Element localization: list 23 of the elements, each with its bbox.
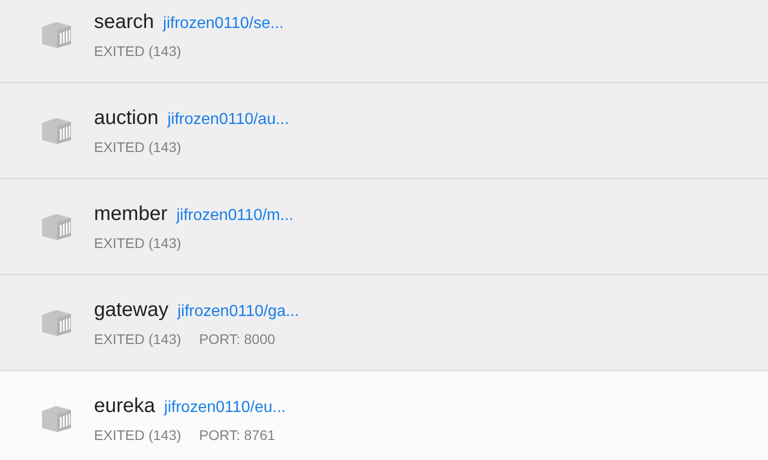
container-icon (40, 308, 73, 338)
image-link[interactable]: jifrozen0110/eu... (164, 396, 286, 420)
container-icon (40, 404, 73, 434)
container-name: search (94, 10, 154, 35)
container-name: gateway (94, 298, 168, 323)
container-icon (40, 212, 73, 242)
port-text: PORT: 8761 (199, 426, 276, 445)
status-text: EXITED (143) (94, 138, 182, 157)
container-name: auction (94, 106, 158, 131)
container-name: eureka (94, 394, 156, 419)
image-link[interactable]: jifrozen0110/se... (163, 12, 284, 36)
port-text: PORT: 8000 (199, 330, 276, 349)
image-link[interactable]: jifrozen0110/au... (168, 108, 290, 132)
status-text: EXITED (143) (94, 330, 182, 349)
status-text: EXITED (143) (94, 426, 182, 445)
image-link[interactable]: jifrozen0110/m... (176, 204, 294, 228)
container-icon (40, 20, 73, 50)
status-text: EXITED (143) (94, 234, 182, 253)
image-link[interactable]: jifrozen0110/ga... (178, 300, 300, 324)
container-icon (40, 116, 73, 146)
container-row[interactable]: eureka jifrozen0110/eu... EXITED (143) PORT: 8761 (0, 371, 768, 460)
container-name: member (94, 202, 168, 227)
status-text: EXITED (143) (94, 42, 182, 61)
